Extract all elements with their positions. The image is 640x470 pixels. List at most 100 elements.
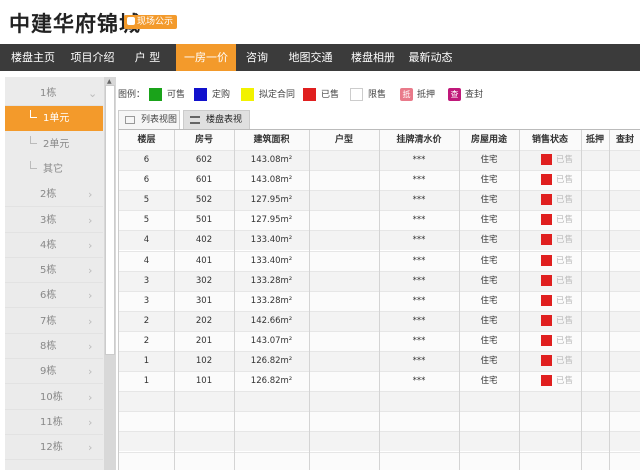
sidebar-building-item[interactable]: 3栋 › (5, 208, 103, 233)
scroll-up-icon[interactable]: ▲ (107, 78, 112, 85)
sold-status-swatch (541, 234, 552, 246)
chevron-right-icon: › (88, 188, 93, 202)
scrollbar-thumb[interactable] (105, 85, 115, 355)
cell-room: 202 (195, 315, 213, 326)
page-header: 中建华府锦城 现场公示 (0, 0, 640, 44)
cell-area: 126.82m² (250, 356, 293, 366)
nav-item-7[interactable]: 最新动态 (403, 44, 458, 71)
legend-item-label: 已售 (321, 90, 340, 100)
chevron-right-icon: › (88, 213, 93, 227)
sidebar-building-item[interactable]: 9栋 › (5, 359, 103, 385)
nav-item-0[interactable]: 楼盘主页 (0, 44, 66, 71)
cell-room: 402 (195, 235, 213, 246)
cell-type (309, 231, 379, 251)
sidebar-item-label: 4栋 (40, 239, 57, 251)
cell-room: 302 (195, 275, 213, 286)
legend-item-label: 查封 (465, 90, 484, 100)
cell-status: 已售 (519, 332, 581, 352)
chevron-down-icon: ⌄ (88, 87, 98, 100)
chevron-right-icon: › (88, 289, 93, 303)
status-label: 已售 (556, 315, 574, 326)
cell-area: 143.08m² (250, 155, 293, 165)
legend-item: 查查封 (448, 88, 483, 102)
sidebar-unit-item[interactable]: 2单元 (5, 132, 103, 157)
legend-item: 拟定合同 (241, 88, 295, 102)
cell-price: *** (412, 295, 426, 306)
sidebar-unit-item[interactable]: 其它 (5, 157, 103, 182)
main-nav: 楼盘主页 项目介绍户 型一房一价 咨询 地图交通 楼盘相册 最新动态 (0, 44, 640, 71)
cell-price: *** (412, 255, 426, 266)
legend-item-label: 拟定合同 (259, 90, 296, 100)
legend-swatch (350, 88, 363, 101)
sold-status-swatch (541, 355, 552, 366)
status-label: 已售 (556, 376, 574, 387)
sidebar-building-item[interactable]: 5栋 › (5, 258, 103, 284)
legend-item-label: 抵押 (417, 90, 436, 100)
column-divider (174, 130, 175, 470)
chevron-right-icon: › (88, 264, 93, 278)
column-header: 楼层 (119, 130, 174, 150)
status-label: 已售 (556, 195, 574, 206)
sidebar-building-item[interactable]: 8栋 › (5, 334, 103, 359)
cell-status: 已售 (519, 312, 581, 332)
badge-label: 现场公示 (137, 17, 174, 27)
sidebar-building-item[interactable]: 2栋 › (5, 182, 103, 208)
cell-type (309, 332, 379, 352)
cell-status: 已售 (519, 272, 581, 292)
sidebar-scrollbar[interactable]: ▲ (104, 77, 116, 470)
sold-status-swatch (541, 174, 552, 186)
cell-price: *** (412, 195, 426, 206)
sidebar-building-item[interactable]: 11栋 › (5, 410, 103, 435)
cell-room: 601 (195, 175, 213, 186)
sidebar-item-label: 5栋 (40, 265, 57, 277)
nav-item-5[interactable]: 地图交通 (278, 44, 343, 71)
cell-type (309, 211, 379, 231)
sidebar-building-item[interactable]: 4栋 › (5, 233, 103, 258)
sidebar-item-label: 11栋 (40, 416, 63, 428)
cell-area: 142.66m² (250, 315, 293, 326)
nav-item-6[interactable]: 楼盘相册 (343, 44, 403, 71)
chevron-right-icon: › (88, 314, 93, 328)
cell-status: 已售 (519, 211, 581, 231)
cell-area: 133.28m² (250, 295, 293, 306)
status-label: 已售 (556, 155, 574, 165)
sidebar-item-label: 2栋 (40, 189, 57, 201)
grid-icon (125, 116, 135, 124)
sidebar-building-item[interactable]: 6栋 › (5, 283, 103, 309)
cell-type (309, 272, 379, 292)
sidebar-building-item[interactable]: 1栋 ⌄ (5, 81, 103, 106)
cell-floor: 2 (143, 315, 150, 326)
nav-item-1[interactable]: 项目介绍 (66, 44, 119, 71)
cell-use: 住宅 (480, 155, 498, 165)
cell-status: 已售 (519, 231, 581, 251)
sidebar-item-label: 10栋 (40, 391, 63, 403)
cell-status: 已售 (519, 292, 581, 312)
column-header: 建筑面积 (234, 130, 309, 150)
sold-status-swatch (541, 334, 552, 346)
legend-item-label: 限售 (368, 90, 387, 100)
sidebar-unit-item[interactable]: 1单元 (5, 106, 103, 132)
column-header: 抵押 (581, 130, 609, 150)
sidebar-item-label: 12栋 (40, 442, 63, 454)
status-label: 已售 (556, 235, 574, 246)
nav-item-3[interactable]: 一房一价 (176, 44, 236, 71)
cell-floor: 3 (143, 275, 150, 286)
column-divider (379, 130, 380, 470)
tree-branch-icon (30, 135, 37, 144)
cell-area: 127.95m² (250, 215, 293, 226)
sidebar-building-item[interactable]: 10栋 › (5, 385, 103, 410)
sidebar-building-item[interactable]: 7栋 › (5, 309, 103, 334)
tab-building-table-view[interactable]: 楼盘表视图 (183, 110, 250, 143)
sidebar-item-label: 7栋 (40, 315, 57, 327)
cell-use: 住宅 (480, 255, 498, 266)
cell-floor: 4 (143, 255, 150, 266)
cell-room: 301 (195, 295, 213, 306)
tab-list-view[interactable]: 列表视图 (118, 110, 180, 130)
cell-floor: 5 (143, 215, 150, 226)
column-divider (234, 130, 235, 470)
sidebar-building-item[interactable]: 12栋 › (5, 435, 103, 461)
nav-item-2[interactable]: 户 型 (119, 44, 176, 71)
nav-item-4[interactable]: 咨询 (236, 44, 278, 71)
cell-floor: 5 (143, 195, 150, 206)
on-site-notice-badge[interactable]: 现场公示 (124, 15, 178, 29)
